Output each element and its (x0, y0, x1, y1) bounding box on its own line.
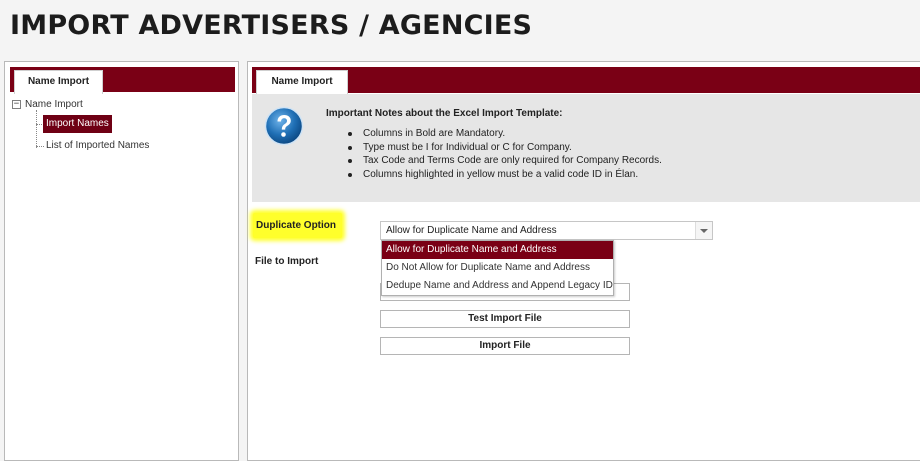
note-item: Columns highlighted in yellow must be a … (348, 168, 662, 182)
notes-box: Important Notes about the Excel Import T… (252, 94, 920, 202)
note-item: Type must be I for Individual or C for C… (348, 141, 662, 155)
collapse-toggle-icon[interactable]: − (12, 99, 21, 109)
left-panel: Name Import − Name Import Import Names L… (4, 61, 239, 461)
note-item: Columns in Bold are Mandatory. (348, 127, 662, 141)
left-tab-strip: Name Import (10, 67, 235, 94)
tree-item-list-of-imported-names[interactable]: List of Imported Names (43, 137, 152, 155)
tree-root-label: Name Import (25, 98, 83, 110)
right-panel: Name Import Important Notes about the Ex… (247, 61, 920, 461)
duplicate-option-value: Allow for Duplicate Name and Address (386, 225, 557, 236)
import-file-button[interactable]: Import File (380, 337, 630, 355)
chevron-down-icon[interactable] (695, 222, 712, 239)
tab-name-import[interactable]: Name Import (256, 70, 348, 95)
tab-name-import-left[interactable]: Name Import (14, 70, 103, 94)
question-mark-icon (264, 106, 304, 146)
note-item: Tax Code and Terms Code are only require… (348, 154, 662, 168)
test-import-file-button[interactable]: Test Import File (380, 310, 630, 328)
right-tab-strip: Name Import (252, 67, 920, 95)
notes-title: Important Notes about the Excel Import T… (326, 108, 563, 119)
page-title: IMPORT ADVERTISERS / AGENCIES (10, 10, 533, 41)
duplicate-option-label: Duplicate Option (253, 213, 342, 238)
dropdown-option-allow-duplicates[interactable]: Allow for Duplicate Name and Address (382, 241, 613, 259)
notes-list: Columns in Bold are Mandatory. Type must… (348, 127, 662, 182)
tree-item-import-names[interactable]: Import Names (43, 115, 112, 133)
duplicate-option-select[interactable]: Allow for Duplicate Name and Address (380, 221, 713, 240)
tree-root[interactable]: − Name Import (12, 97, 83, 111)
file-to-import-label: File to Import (255, 256, 319, 267)
dropdown-option-no-duplicates[interactable]: Do Not Allow for Duplicate Name and Addr… (382, 259, 613, 277)
dropdown-option-dedupe-append[interactable]: Dedupe Name and Address and Append Legac… (382, 277, 613, 295)
tree-connector (36, 110, 37, 148)
duplicate-option-dropdown: Allow for Duplicate Name and Address Do … (381, 240, 614, 296)
